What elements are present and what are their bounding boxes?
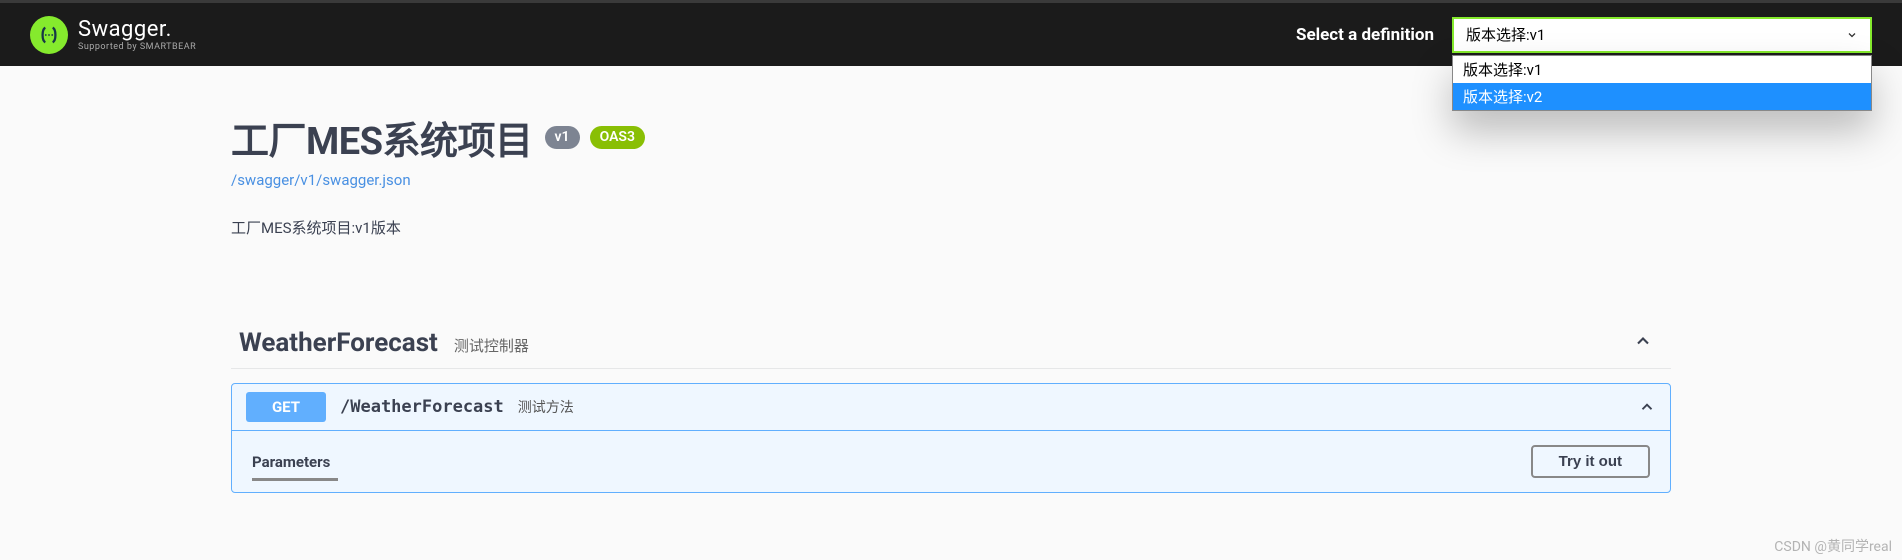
logo[interactable]: Swagger. Supported by SMARTBEAR bbox=[30, 16, 196, 54]
definition-dropdown: 版本选择:v1 版本选择:v2 bbox=[1452, 55, 1872, 111]
logo-subtitle: Supported by SMARTBEAR bbox=[78, 42, 196, 52]
chevron-up-icon bbox=[1638, 398, 1656, 416]
version-badge: v1 bbox=[545, 126, 580, 150]
operation-summary: 测试方法 bbox=[518, 397, 1638, 417]
definition-select[interactable]: 版本选择:v1 bbox=[1452, 17, 1872, 53]
http-method-badge: GET bbox=[246, 392, 326, 422]
api-title: 工厂MES系统项目 bbox=[231, 110, 533, 165]
operation-header[interactable]: GET /WeatherForecast 测试方法 bbox=[232, 384, 1670, 430]
swagger-logo-icon bbox=[30, 16, 68, 54]
oas-badge: OAS3 bbox=[590, 126, 645, 150]
chevron-down-icon bbox=[1846, 29, 1858, 41]
tag-header[interactable]: WeatherForecast 测试控制器 bbox=[231, 318, 1671, 369]
topbar: Swagger. Supported by SMARTBEAR Select a… bbox=[0, 0, 1902, 66]
tag-name: WeatherForecast bbox=[239, 328, 438, 358]
main-content: 工厂MES系统项目 v1 OAS3 /swagger/v1/swagger.js… bbox=[201, 66, 1701, 493]
operation-path: /WeatherForecast bbox=[340, 397, 504, 417]
watermark: CSDN @黄同学real bbox=[1774, 536, 1892, 556]
operation-block: GET /WeatherForecast 测试方法 Parameters Try… bbox=[231, 383, 1671, 493]
tag-description: 测试控制器 bbox=[454, 335, 529, 356]
select-definition-label: Select a definition bbox=[1296, 25, 1434, 45]
try-it-out-button[interactable]: Try it out bbox=[1531, 445, 1650, 478]
dropdown-option-v2[interactable]: 版本选择:v2 bbox=[1453, 83, 1871, 110]
chevron-up-icon bbox=[1633, 331, 1653, 351]
parameters-label: Parameters bbox=[252, 453, 330, 471]
api-description: 工厂MES系统项目:v1版本 bbox=[231, 217, 1671, 238]
dropdown-option-v1[interactable]: 版本选择:v1 bbox=[1453, 56, 1871, 83]
operation-body: Parameters Try it out bbox=[232, 430, 1670, 492]
logo-text: Swagger. bbox=[78, 17, 196, 42]
definition-selected-value: 版本选择:v1 bbox=[1466, 24, 1545, 45]
api-spec-url[interactable]: /swagger/v1/swagger.json bbox=[231, 171, 1671, 189]
